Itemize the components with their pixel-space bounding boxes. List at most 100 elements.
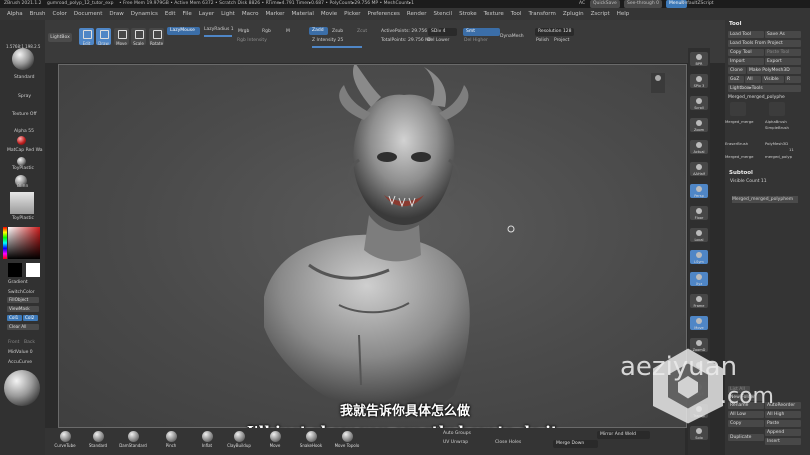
zadd-button[interactable]: Zadd [309,27,328,35]
menu-item-color[interactable]: Color [53,11,67,17]
menu-item-help[interactable]: Help [617,11,630,17]
view-button-frame[interactable]: Frame [690,294,708,308]
fillobject-button[interactable]: FillObject [7,297,39,303]
menu-item-tool[interactable]: Tool [511,11,522,17]
menu-item-picker[interactable]: Picker [344,11,360,17]
import-button[interactable]: Import [728,58,764,65]
brush-damstandard[interactable]: DamStandard [119,430,147,452]
stroke-name[interactable]: Spray [18,94,31,99]
material-thumbnail[interactable] [17,136,26,145]
paste-tool-button[interactable]: Paste Tool [765,49,801,56]
menu-item-edit[interactable]: Edit [165,11,176,17]
texture-name[interactable]: Texture Off [12,112,37,117]
secondary-color-swatch[interactable] [8,263,22,277]
menu-item-brush[interactable]: Brush [30,11,46,17]
auto-groups-button[interactable]: Auto Groups [443,431,471,436]
rgb-intensity-slider[interactable]: Rgb Intensity [237,38,267,43]
view-button-zoom[interactable]: Zoom [690,118,708,132]
view-button-solo[interactable]: Solo [690,426,708,440]
draw-button[interactable]: Draw [96,28,111,46]
zcut-button[interactable]: Zcut [357,29,367,34]
see-through-slider[interactable]: See-through 0 [624,0,662,8]
brush-snakehook[interactable]: SnakeHook [300,430,322,452]
default-script-label[interactable]: DefaultZScript [681,0,714,8]
smt-toggle[interactable]: Smt [463,28,500,36]
subtool-list[interactable] [728,188,803,368]
clone-button[interactable]: Clone [728,67,746,74]
view-button-move[interactable]: Move [690,316,708,330]
brush-move-topolo[interactable]: Move Topolo [335,430,359,452]
insert-button[interactable]: Insert [765,438,801,445]
brush-inflat[interactable]: Inflat [197,430,217,452]
project-button[interactable]: Project [554,38,569,43]
menu-item-stencil[interactable]: Stencil [433,11,452,17]
tool-thumb-1[interactable] [730,102,746,116]
lazyradius-slider[interactable]: LazyRadius 1 [204,27,234,32]
load-tool-button[interactable]: Load Tool [728,31,764,38]
all-button[interactable]: All [745,76,761,83]
r-button[interactable]: R [785,76,801,83]
menu-item-zplugin[interactable]: Zplugin [563,11,584,17]
front-toggle[interactable]: Front [8,340,19,345]
tool-header[interactable]: Tool [729,21,741,27]
ac-label[interactable]: AC [579,0,585,8]
back-toggle[interactable]: Back [24,340,35,345]
menu-item-texture[interactable]: Texture [484,11,504,17]
midvalue-slider[interactable]: MidValue 0 [8,350,33,355]
menu-item-stroke[interactable]: Stroke [459,11,477,17]
menu-item-draw[interactable]: Draw [109,11,123,17]
export-button[interactable]: Export [765,58,801,65]
brush-move[interactable]: Move [265,430,285,452]
dynamesh-button[interactable]: DynaMesh [500,34,524,39]
view-button-spix-3[interactable]: SPix 3 [690,74,708,88]
clear-all-button[interactable]: Clear All [7,324,39,330]
m-button[interactable]: M [286,29,290,34]
primary-color-swatch[interactable] [26,263,40,277]
view-button-floor[interactable]: Floor [690,206,708,220]
material-name[interactable]: MatCap Red Wa [7,148,43,153]
sdiv-slider[interactable]: SDiv 4 [428,28,457,36]
goz-button[interactable]: GoZ [728,76,744,83]
scale-button[interactable]: Scale [131,28,146,46]
menu-item-light[interactable]: Light [221,11,235,17]
polish-button[interactable]: Polish [536,38,549,43]
menu-item-document[interactable]: Document [74,11,103,17]
save-as-button[interactable]: Save As [765,31,801,38]
del-higher-button[interactable]: Del Higher [464,38,488,43]
viewmask-button[interactable]: ViewMask [7,306,39,312]
material2-thumbnail[interactable] [17,157,26,166]
quicksave-button[interactable]: QuickSave [590,0,620,8]
menu-item-marker[interactable]: Marker [266,11,285,17]
tool-thumb-2[interactable] [769,102,785,116]
menu-item-file[interactable]: File [183,11,192,17]
lightbox-button[interactable]: LightBox [48,33,72,42]
subtool-item[interactable]: Merged_merged_polyphem [732,196,798,203]
col2-button[interactable]: Col2 [23,315,38,321]
zsub-button[interactable]: Zsub [332,29,343,34]
resolution-slider[interactable]: Resolution 128 [535,28,574,36]
menu-item-dynamics[interactable]: Dynamics [131,11,158,17]
view-button-actual[interactable]: Actual [690,140,708,154]
menu-item-preferences[interactable]: Preferences [368,11,400,17]
brush-pinch[interactable]: Pinch [161,430,181,452]
copy-tool-button[interactable]: Copy Tool [728,49,764,56]
move-button[interactable]: Move [114,28,129,46]
del-lower-button[interactable]: Del Lower [427,38,449,43]
menu-item-transform[interactable]: Transform [528,11,555,17]
lightbox-tools-button[interactable]: Lightbox▸Tools [728,85,801,92]
view-button-xyz[interactable]: Xyz [690,272,708,286]
brush-claybuildup[interactable]: ClayBuildup [227,430,251,452]
load-tools-from-project-button[interactable]: Load Tools From Project [728,40,801,47]
view-button-bpr[interactable]: BPR [690,52,708,66]
view-button-lsym[interactable]: LSym [690,250,708,264]
merge-down-button[interactable]: Merge Down [553,440,598,448]
rotate-button[interactable]: Rotate [149,28,164,46]
duplicate-button[interactable]: Duplicate [728,434,764,441]
switchcolor-button[interactable]: SwitchColor [8,290,35,295]
gradient-button[interactable]: Gradient [8,280,28,285]
menu-item-macro[interactable]: Macro [242,11,259,17]
menu-item-material[interactable]: Material [292,11,314,17]
edit-button[interactable]: Edit [79,28,94,46]
mrgb-button[interactable]: Mrgb [238,29,249,34]
menu-item-render[interactable]: Render [407,11,427,17]
